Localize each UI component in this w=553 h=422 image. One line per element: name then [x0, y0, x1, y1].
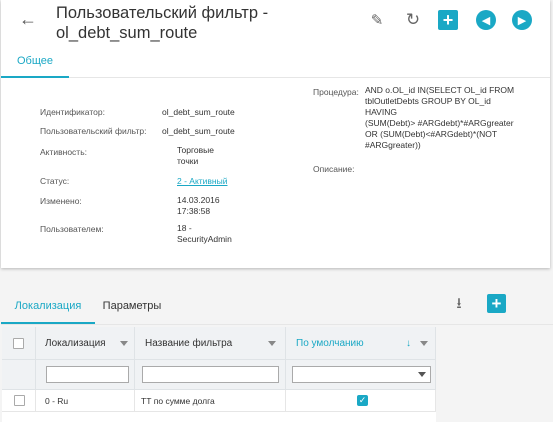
status-label: Статус: [40, 176, 70, 186]
activity-label: Активность: [40, 147, 87, 157]
column-header-default[interactable]: По умолчанию ↓ [286, 327, 436, 360]
filter-value: ol_debt_sum_route [162, 126, 235, 136]
filter-card: ← Пользовательский фильтр - ol_debt_sum_… [1, 0, 550, 268]
divider [1, 324, 553, 325]
filter-cell [286, 360, 436, 390]
id-value: ol_debt_sum_route [162, 107, 235, 117]
user-value-line1: 18 - [177, 223, 192, 233]
localization-filter-input[interactable] [46, 366, 129, 383]
back-arrow-icon[interactable]: ← [18, 9, 38, 29]
filter-cell [36, 360, 135, 390]
column-header-name[interactable]: Название фильтра [135, 327, 286, 360]
refresh-icon[interactable]: ↻ [403, 10, 423, 30]
column-menu-caret-icon[interactable] [120, 341, 128, 346]
column-header-label: По умолчанию [296, 338, 364, 349]
column-menu-caret-icon[interactable] [420, 341, 428, 346]
user-label: Пользователем: [40, 224, 104, 234]
tab-localization[interactable]: Локализация [1, 290, 95, 324]
activity-value-line2: точки [177, 156, 199, 166]
next-record-icon[interactable]: ▶ [512, 10, 532, 30]
filter-label: Пользовательский фильтр: [40, 126, 147, 136]
previous-record-icon[interactable]: ◀ [476, 10, 496, 30]
changed-label: Изменено: [40, 196, 82, 206]
upload-icon[interactable]: ⭳ [449, 294, 469, 314]
filter-cell [2, 360, 36, 390]
column-menu-caret-icon[interactable] [268, 341, 276, 346]
procedure-line: #ARGgreater)) [365, 140, 421, 150]
tab-parameters[interactable]: Параметры [101, 290, 163, 324]
page-title: Пользовательский фильтр - ol_debt_sum_ro… [56, 4, 269, 42]
add-localization-button[interactable]: + [487, 294, 506, 313]
add-button[interactable]: + [438, 10, 458, 30]
procedure-line: (SUM(Debt)> #ARGdebt)*#ARGgreater [365, 118, 514, 128]
description-label: Описание: [313, 164, 355, 174]
procedure-label: Процедура: [313, 87, 359, 97]
table-cell-localization: 0 - Ru [36, 390, 135, 412]
table-cell-default: ✓ [286, 390, 436, 412]
user-value-line2: SecurityAdmin [177, 234, 232, 244]
status-link[interactable]: 2 - Активный [177, 176, 227, 187]
procedure-line: AND o.OL_id IN(SELECT OL_id FROM [365, 85, 515, 95]
changed-date: 14.03.2016 [177, 195, 220, 205]
edit-pencil-icon[interactable]: ✎ [367, 10, 387, 30]
procedure-line: tblOutletDebts GROUP BY OL_id [365, 96, 491, 106]
table-cell-name: ТТ по сумме долга [135, 390, 286, 412]
column-header-label: Локализация [45, 338, 106, 349]
id-label: Идентификатор: [40, 107, 105, 117]
changed-time: 17:38:58 [177, 206, 211, 216]
column-header-localization[interactable]: Локализация [36, 327, 135, 360]
name-filter-input[interactable] [142, 366, 279, 383]
filter-cell [135, 360, 286, 390]
default-checked-icon[interactable]: ✓ [357, 395, 368, 406]
sort-arrow-icon[interactable]: ↓ [406, 327, 411, 360]
bottom-panel: Локализация Параметры ⭳ + Локализация На… [1, 290, 553, 422]
tab-bar: Общее [1, 48, 550, 78]
procedure-line: OR (SUM(Debt)<#ARGdebt)*(NOT [365, 129, 498, 139]
row-select-checkbox[interactable] [14, 395, 25, 406]
activity-value-line1: Торговые [177, 145, 214, 155]
select-all-checkbox[interactable] [13, 338, 24, 349]
column-header-label: Название фильтра [145, 338, 233, 349]
row-select-cell [2, 390, 36, 412]
procedure-line: HAVING [365, 107, 397, 117]
default-filter-select[interactable] [292, 366, 431, 383]
tab-general[interactable]: Общее [1, 48, 69, 78]
dropdown-caret-icon [418, 372, 426, 377]
select-all-cell [2, 327, 36, 360]
localization-grid: Локализация Название фильтра По умолчани… [2, 327, 436, 422]
